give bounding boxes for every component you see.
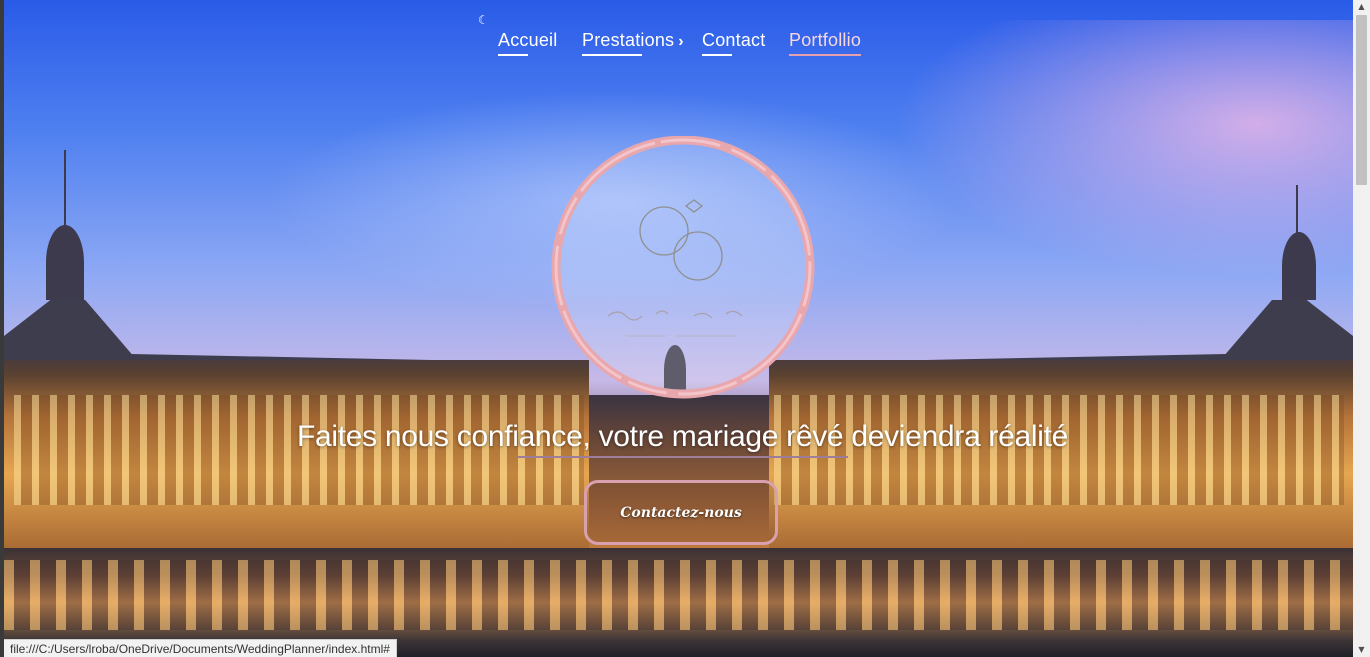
main-nav: Accueil Prestations › Contact Portfollio: [498, 30, 878, 60]
nav-contact-label: Contact: [702, 30, 766, 50]
nav-portfollio-label: Portfollio: [789, 30, 862, 50]
logo[interactable]: [546, 135, 820, 404]
scroll-up-arrow-icon[interactable]: ▲: [1353, 0, 1370, 14]
nav-contact[interactable]: Contact: [702, 30, 766, 56]
contact-us-button[interactable]: Contactez-nous: [584, 480, 778, 545]
nav-accueil[interactable]: Accueil: [498, 30, 558, 56]
nav-prestations[interactable]: Prestations ›: [582, 30, 684, 56]
nav-underline: [702, 54, 732, 56]
water-reflection: [4, 560, 1353, 630]
scroll-down-arrow-icon[interactable]: ▼: [1353, 643, 1370, 657]
scrollbar-thumb[interactable]: [1356, 15, 1367, 185]
nav-underline-active: [789, 54, 861, 56]
headline-underline: [518, 456, 848, 458]
tower-left: [46, 225, 84, 300]
tower-right: [1282, 232, 1316, 300]
wedding-rings-icon: [551, 135, 815, 399]
nav-prestations-label: Prestations: [582, 30, 675, 50]
tower-spire-right: [1296, 185, 1298, 235]
hero-banner: ☾ Faites nous confiance, votre mariage r…: [4, 0, 1353, 657]
chevron-right-icon: ›: [678, 33, 684, 50]
nav-portfollio[interactable]: Portfollio: [789, 30, 862, 56]
moon-icon: ☾: [478, 13, 489, 27]
tower-spire-left: [64, 150, 66, 230]
nav-accueil-label: Accueil: [498, 30, 558, 50]
status-bar-url: file:///C:/Users/lroba/OneDrive/Document…: [4, 639, 397, 657]
nav-underline: [498, 54, 528, 56]
nav-underline: [582, 54, 642, 56]
sky-pink-cloud: [893, 20, 1353, 280]
vertical-scrollbar[interactable]: ▲ ▼: [1353, 0, 1370, 657]
hero-headline: Faites nous confiance, votre mariage rêv…: [296, 420, 1069, 453]
